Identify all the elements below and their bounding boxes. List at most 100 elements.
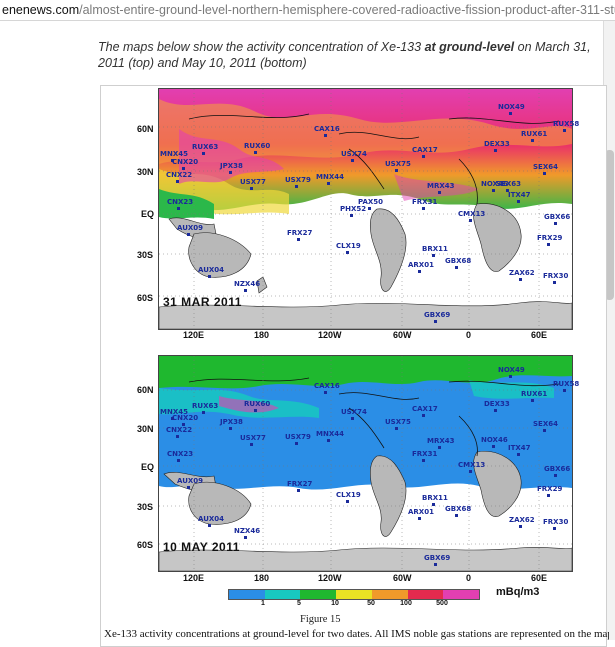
top-lat-60n: 60N [137, 124, 154, 134]
station-label: SEX64 [533, 163, 558, 175]
figure-caption: Xe-133 activity concentrations at ground… [104, 628, 609, 640]
station-label: FRX30 [543, 272, 569, 284]
legend-tick: 100 [400, 600, 412, 607]
intro-bold-text: at ground-level [424, 40, 515, 54]
url-path: /almost-entire-ground-level-northern-hem… [79, 3, 615, 17]
top-lat-30s: 30S [137, 250, 154, 260]
station-label: RUX61 [521, 130, 548, 142]
station-label: RUX63 [192, 402, 219, 414]
color-legend [228, 589, 480, 600]
station-label: GBX66 [544, 213, 571, 225]
station-label: FRX31 [412, 198, 438, 210]
station-label: USX79 [285, 176, 311, 188]
top-lon-120w: 120W [318, 330, 342, 340]
station-label: CNX20 [172, 158, 199, 170]
station-label: JPX38 [220, 418, 243, 430]
station-label: AUX09 [177, 477, 204, 489]
station-label: PAX50 [358, 198, 384, 210]
bottom-lon-60w: 60W [393, 573, 412, 583]
station-label: JPX38 [220, 162, 243, 174]
bottom-lon-60e: 60E [531, 573, 548, 583]
station-label: USX75 [385, 160, 411, 172]
legend-swatch [443, 590, 480, 599]
station-label: ITX47 [508, 191, 531, 203]
station-label: RUX58 [553, 120, 580, 132]
station-label: FRX29 [537, 485, 563, 497]
legend-swatch [371, 590, 408, 599]
map-bottom: 10 MAY 2011 [158, 355, 573, 572]
station-label: NOX49 [498, 103, 525, 115]
station-label: USX74 [341, 150, 367, 162]
top-lon-120e: 120E [183, 330, 205, 340]
station-label: MNX44 [316, 173, 344, 185]
station-label: NOX49 [498, 366, 525, 378]
station-label: RUX60 [244, 400, 271, 412]
station-label: MRX43 [427, 182, 455, 194]
station-label: CNX23 [167, 450, 194, 462]
station-label: CAX17 [412, 405, 438, 417]
address-bar[interactable]: enenews.com/almost-entire-ground-level-n… [0, 0, 615, 21]
station-label: RUX61 [521, 390, 548, 402]
station-label: CAX16 [314, 125, 340, 137]
top-lon-180: 180 [254, 330, 270, 340]
map-bottom-canvas [159, 356, 572, 571]
station-label: SEX63 [496, 180, 521, 192]
station-label: GBX68 [445, 505, 472, 517]
station-label: MNX45 [160, 408, 188, 420]
bottom-lon-180: 180 [254, 573, 270, 583]
station-label: GBX69 [424, 554, 451, 566]
station-label: USX74 [341, 408, 367, 420]
station-label: FRX27 [287, 480, 313, 492]
station-label: NZX46 [234, 280, 261, 292]
station-label: CAX16 [314, 382, 340, 394]
top-lon-60w: 60W [393, 330, 412, 340]
station-label: DEX33 [484, 140, 510, 152]
station-label: USX79 [285, 433, 311, 445]
station-label: CAX17 [412, 146, 438, 158]
station-label: DEX33 [484, 400, 510, 412]
legend-swatch [264, 590, 301, 599]
legend-tick: 10 [331, 600, 339, 607]
legend-ticks: 1 5 10 50 100 500 [228, 600, 478, 610]
station-label: GBX69 [424, 311, 451, 323]
top-map-date: 31 MAR 2011 [163, 295, 242, 309]
bottom-lat-60n: 60N [137, 385, 154, 395]
station-label: USX75 [385, 418, 411, 430]
station-label: CNX23 [167, 198, 194, 210]
bottom-lon-120w: 120W [318, 573, 342, 583]
station-label: CLX19 [336, 491, 361, 503]
top-lon-60e: 60E [531, 330, 548, 340]
intro-paragraph: The maps below show the activity concent… [98, 39, 608, 71]
legend-unit: mBq/m3 [496, 586, 540, 598]
top-lon-axis: 120E 180 120W 60W 0 60E [158, 330, 573, 342]
station-label: GBX66 [544, 465, 571, 477]
station-label: NOX46 [481, 436, 508, 448]
legend-swatch [229, 590, 265, 599]
station-label: ARX01 [408, 261, 434, 273]
station-label: RUX63 [192, 143, 219, 155]
url-domain: enenews.com [2, 3, 80, 17]
top-lon-0: 0 [466, 330, 472, 340]
legend-tick: 1 [261, 600, 265, 607]
station-label: BRX11 [422, 494, 448, 506]
top-lat-eq: EQ [141, 209, 155, 219]
station-label: USX77 [240, 178, 266, 190]
legend-swatch [407, 590, 444, 599]
station-label: CNX22 [166, 426, 193, 438]
top-lat-60s: 60S [137, 293, 154, 303]
station-label: FRX27 [287, 229, 313, 241]
station-label: CNX22 [166, 171, 193, 183]
station-label: ARX01 [408, 508, 434, 520]
station-label: RUX60 [244, 142, 271, 154]
legend-tick: 50 [367, 600, 375, 607]
station-label: MRX43 [427, 437, 455, 449]
station-label: CMX13 [458, 210, 486, 222]
station-label: PHX52 [340, 205, 367, 217]
bottom-lon-120e: 120E [183, 573, 205, 583]
station-label: NZX46 [234, 527, 261, 539]
bottom-lat-eq: EQ [141, 462, 155, 472]
bottom-lon-axis: 120E 180 120W 60W 0 60E [158, 573, 573, 585]
station-label: FRX30 [543, 518, 569, 530]
station-label: AUX04 [198, 266, 225, 278]
station-label: MNX45 [160, 150, 188, 162]
